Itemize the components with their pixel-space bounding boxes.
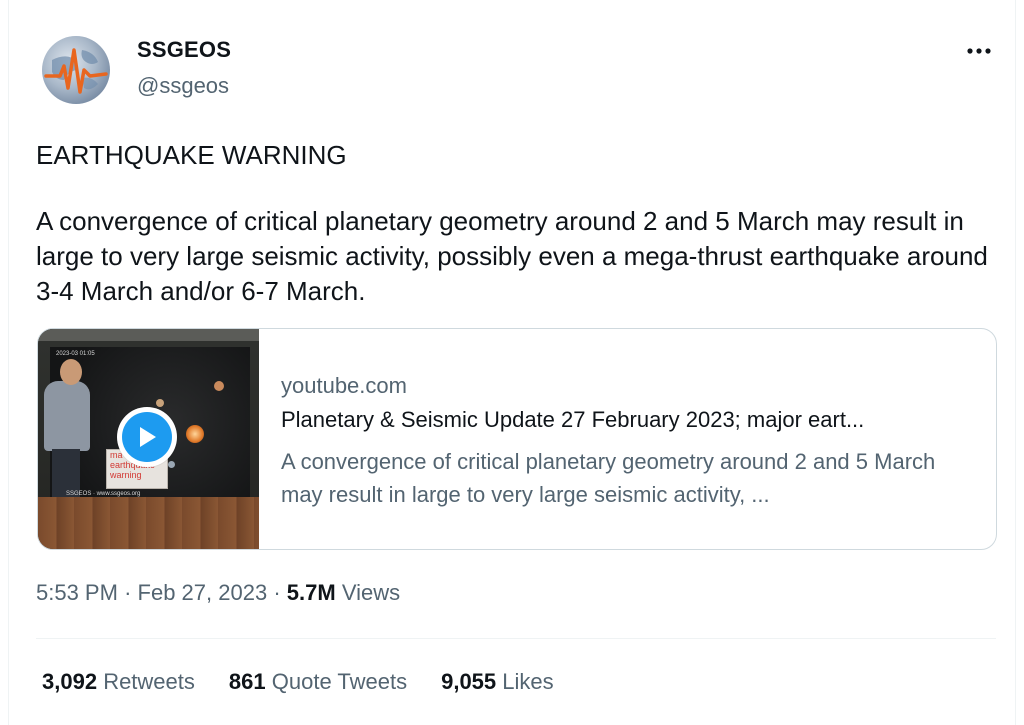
play-icon	[140, 427, 156, 447]
likes-label: Likes	[502, 669, 554, 694]
divider	[36, 638, 996, 639]
meta-separator: ·	[124, 580, 132, 605]
quote-tweets-stat[interactable]: 861 Quote Tweets	[229, 669, 407, 695]
thumbnail-floor	[38, 497, 259, 549]
likes-stat[interactable]: 9,055 Likes	[441, 669, 554, 695]
planet-small	[168, 461, 175, 468]
tweet-meta: 5:53 PM · Feb 27, 2023 · 5.7M Views	[36, 580, 400, 606]
card-domain: youtube.com	[281, 373, 407, 398]
more-options-button[interactable]	[964, 36, 994, 66]
retweets-label: Retweets	[103, 669, 195, 694]
thumbnail-timestamp: 2023-03 01:05	[56, 351, 95, 357]
planet-small	[214, 381, 224, 391]
views-count: 5.7M	[286, 580, 336, 605]
quotes-label: Quote Tweets	[271, 669, 408, 694]
retweets-count: 3,092	[42, 669, 98, 694]
quotes-count: 861	[228, 669, 266, 694]
thumbnail-ceiling	[38, 329, 259, 341]
card-description: A convergence of critical planetary geom…	[281, 449, 936, 507]
tweet-text: EARTHQUAKE WARNING A convergence of crit…	[36, 138, 996, 309]
user-handle[interactable]: @ssgeos	[137, 73, 229, 99]
presenter-body	[44, 381, 90, 451]
presenter-head	[60, 359, 82, 385]
video-thumbnail[interactable]: 2023-03 01:05 ma earthquake warning SSGE…	[38, 329, 259, 549]
planet-sun	[186, 425, 204, 443]
planet-small	[156, 399, 164, 407]
user-name[interactable]: SSGEOS	[137, 37, 231, 63]
card-title: Planetary & Seismic Update 27 February 2…	[281, 407, 865, 432]
warning-line: warning	[110, 470, 142, 480]
more-options-icon	[967, 48, 991, 54]
tweet-heading: EARTHQUAKE WARNING	[36, 140, 347, 170]
meta-separator: ·	[273, 580, 281, 605]
views-label: Views	[341, 580, 401, 605]
tweet: SSGEOS @ssgeos EARTHQUAKE WARNING A conv…	[36, 0, 997, 725]
likes-count: 9,055	[441, 669, 497, 694]
engagement-stats: 3,092 Retweets 861 Quote Tweets 9,055 Li…	[42, 669, 588, 695]
play-button[interactable]	[117, 407, 177, 467]
avatar[interactable]	[42, 36, 110, 104]
tweet-body: A convergence of critical planetary geom…	[36, 206, 988, 306]
timeline-left-border	[8, 0, 9, 725]
tweet-time[interactable]: 5:53 PM	[36, 580, 118, 605]
link-preview-card[interactable]: 2023-03 01:05 ma earthquake warning SSGE…	[37, 328, 997, 550]
timeline-right-border	[1015, 0, 1016, 725]
retweets-stat[interactable]: 3,092 Retweets	[42, 669, 195, 695]
globe-seismograph-icon	[44, 48, 108, 94]
tweet-date[interactable]: Feb 27, 2023	[138, 580, 268, 605]
